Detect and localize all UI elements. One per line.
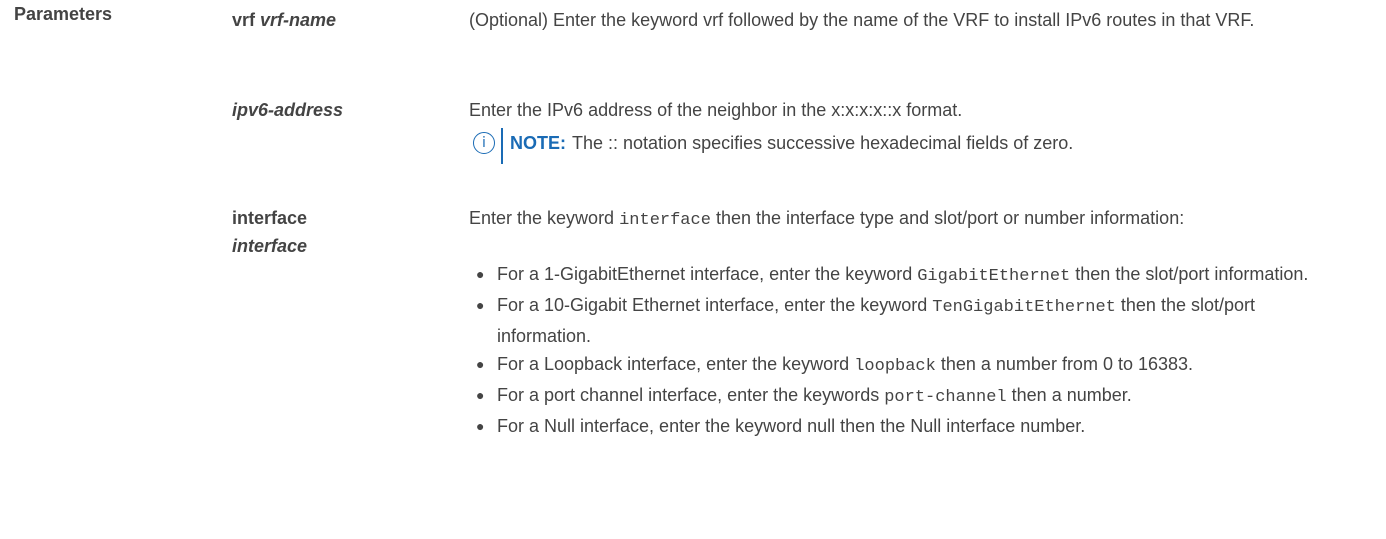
bullet-dot-icon: ● bbox=[476, 356, 485, 372]
param-description: Enter the keyword interface then the int… bbox=[469, 204, 1349, 235]
term-keyword: vrf bbox=[232, 10, 256, 30]
item-code: port-channel bbox=[884, 388, 1007, 407]
note-text: The :: notation specifies successive hex… bbox=[572, 132, 1074, 153]
bullet-dot-icon: ● bbox=[476, 387, 485, 403]
bullet-dot-icon: ● bbox=[476, 297, 485, 313]
list-item: ● For a 1-GigabitEthernet interface, ent… bbox=[469, 260, 1349, 291]
param-term: vrf vrf-name bbox=[232, 6, 437, 34]
item-text: then the slot/port information. bbox=[1075, 264, 1309, 284]
item-text: For a 10-Gigabit Ethernet interface, ent… bbox=[497, 295, 928, 315]
param-term: ipv6-address bbox=[232, 96, 437, 124]
item-code: loopback bbox=[854, 357, 936, 376]
term-variable: vrf-name bbox=[260, 10, 337, 30]
bullet-list: ● For a 1-GigabitEthernet interface, ent… bbox=[469, 260, 1349, 440]
term-variable: interface bbox=[232, 236, 308, 256]
section-label: Parameters bbox=[14, 4, 113, 24]
term-keyword: interface bbox=[232, 208, 308, 228]
item-code: TenGigabitEthernet bbox=[932, 298, 1116, 317]
desc-code: interface bbox=[619, 211, 711, 230]
desc-text: Enter the keyword bbox=[469, 208, 615, 228]
param-term: interface interface bbox=[232, 204, 437, 260]
note-callout: i NOTE: The :: notation specifies succes… bbox=[469, 128, 1349, 164]
note-divider bbox=[501, 128, 503, 164]
item-text: For a port channel interface, enter the … bbox=[497, 385, 880, 405]
item-text: For a 1-GigabitEthernet interface, enter… bbox=[497, 264, 913, 284]
desc-text: then the interface type and slot/port or… bbox=[715, 208, 1185, 228]
list-item: ● For a port channel interface, enter th… bbox=[469, 381, 1349, 412]
info-circle-icon: i bbox=[473, 132, 495, 154]
list-item: ● For a Null interface, enter the keywor… bbox=[469, 412, 1349, 440]
list-item: ● For a Loopback interface, enter the ke… bbox=[469, 350, 1349, 381]
bullet-dot-icon: ● bbox=[476, 266, 485, 282]
list-item: ● For a 10-Gigabit Ethernet interface, e… bbox=[469, 291, 1349, 350]
note-label: NOTE: bbox=[510, 132, 566, 153]
item-text: For a Loopback interface, enter the keyw… bbox=[497, 354, 850, 374]
item-code: GigabitEthernet bbox=[917, 267, 1071, 286]
param-description: (Optional) Enter the keyword vrf followe… bbox=[469, 10, 1255, 30]
term-variable: ipv6-address bbox=[232, 100, 344, 120]
bullet-dot-icon: ● bbox=[476, 418, 485, 434]
item-text: then a number from 0 to 16383. bbox=[940, 354, 1194, 374]
item-text: For a Null interface, enter the keyword … bbox=[497, 416, 1086, 436]
param-description: Enter the IPv6 address of the neighbor i… bbox=[469, 100, 963, 120]
item-text: then a number. bbox=[1011, 385, 1132, 405]
